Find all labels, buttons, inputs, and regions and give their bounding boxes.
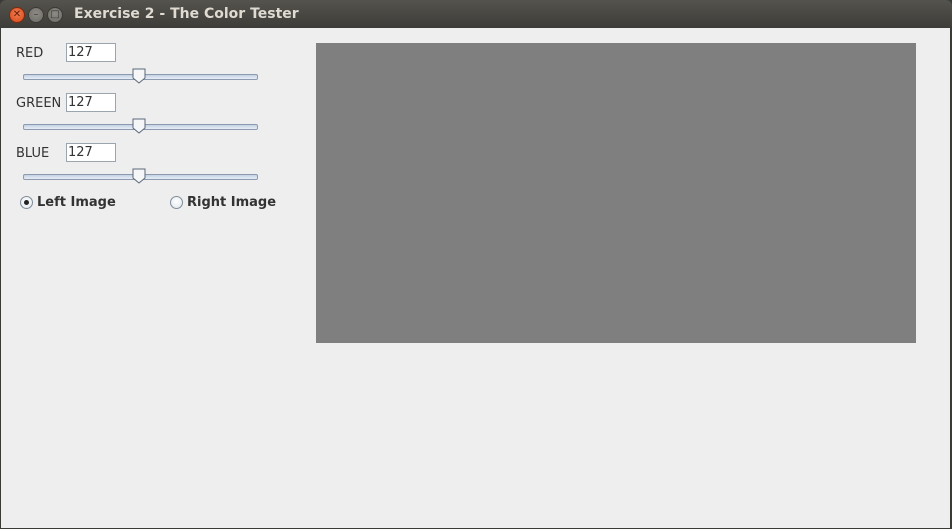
right-image-radio[interactable]	[170, 196, 183, 209]
red-slider-thumb[interactable]	[132, 68, 146, 84]
maximize-icon[interactable]: □	[47, 7, 63, 23]
green-value-field[interactable]: 127	[66, 93, 116, 112]
color-preview	[316, 43, 916, 343]
close-icon[interactable]: ✕	[9, 7, 25, 23]
minimize-icon[interactable]: –	[28, 7, 44, 23]
green-slider-thumb[interactable]	[132, 118, 146, 134]
title-bar: ✕ – □ Exercise 2 - The Color Tester	[0, 0, 952, 28]
left-image-radio[interactable]	[20, 196, 33, 209]
radio-selected-dot	[24, 200, 29, 205]
green-label: GREEN	[16, 96, 62, 111]
red-value-field[interactable]: 127	[66, 43, 116, 62]
blue-label: BLUE	[16, 146, 50, 161]
window-title: Exercise 2 - The Color Tester	[74, 6, 299, 22]
window-content: RED 127 GREEN 127 BLUE 127 Left Image Ri…	[1, 28, 950, 528]
blue-slider-thumb[interactable]	[132, 168, 146, 184]
blue-value-field[interactable]: 127	[66, 143, 116, 162]
right-image-label[interactable]: Right Image	[187, 195, 276, 210]
red-label: RED	[16, 46, 44, 61]
left-image-label[interactable]: Left Image	[37, 195, 116, 210]
